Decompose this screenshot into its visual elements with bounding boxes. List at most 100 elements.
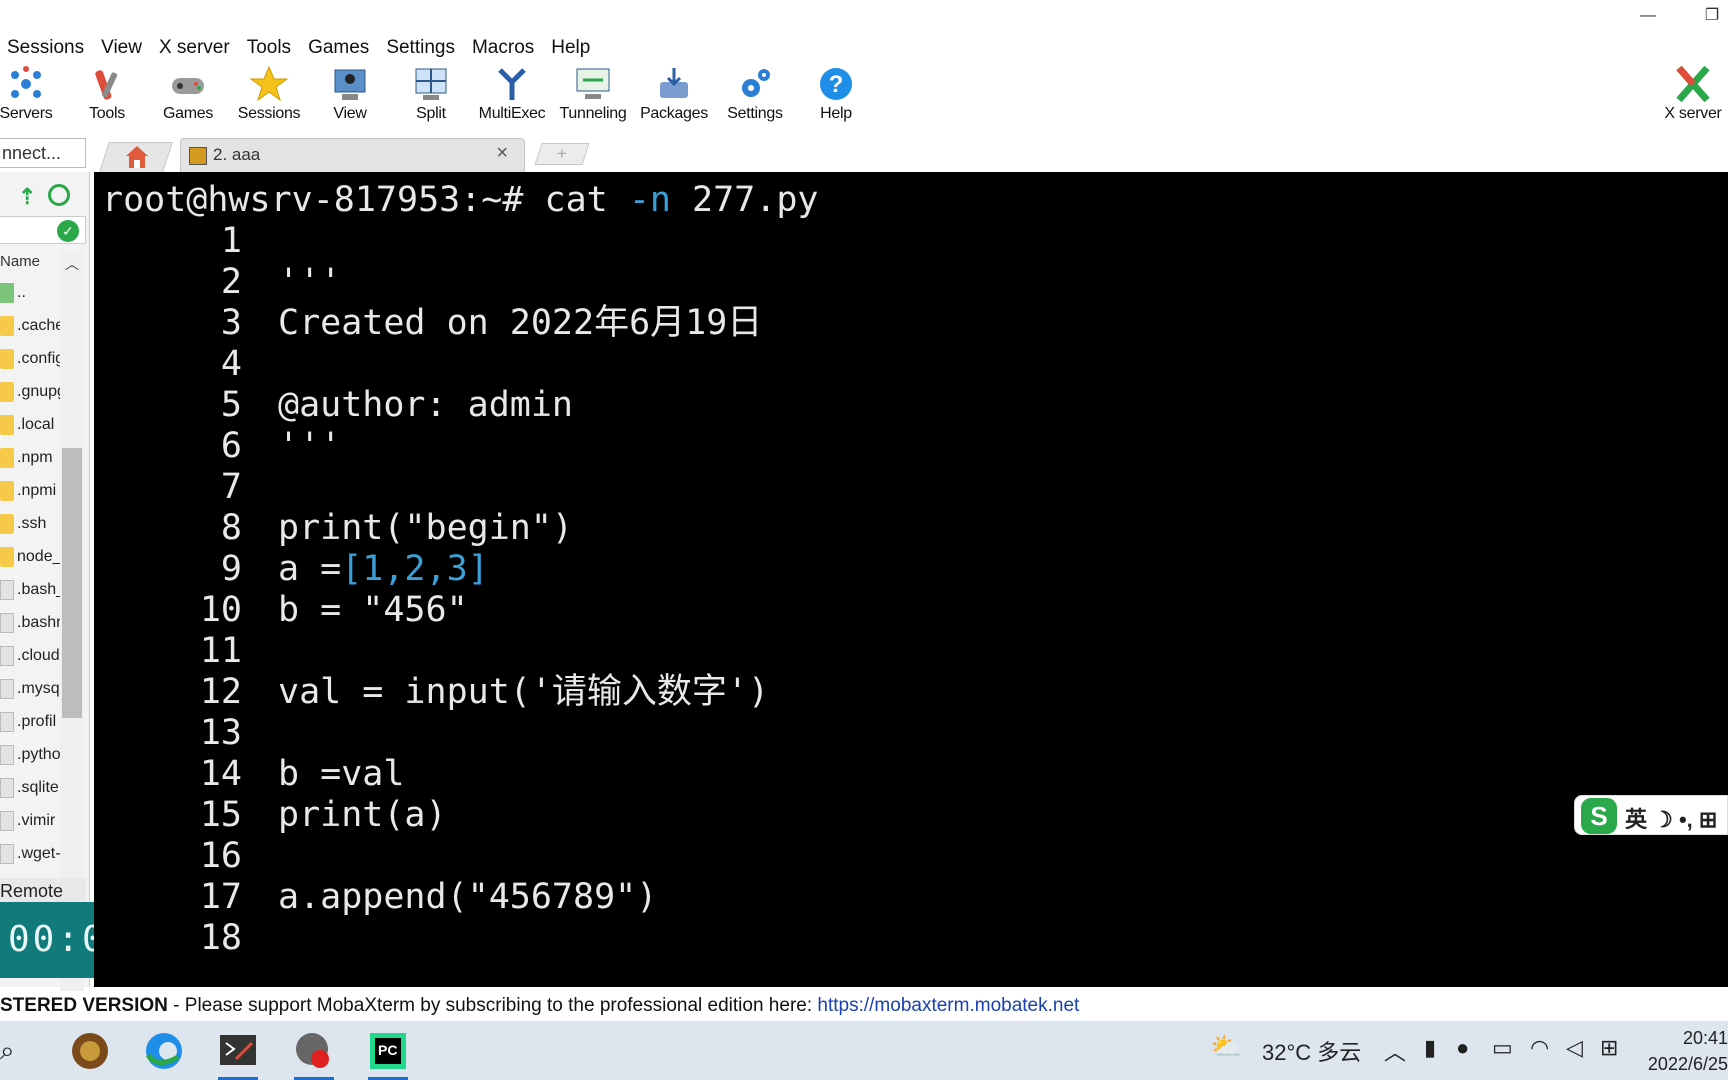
list-item[interactable]: .profil xyxy=(0,705,60,738)
multiexec-button[interactable]: MultiExec xyxy=(470,64,554,130)
list-item[interactable]: node_ xyxy=(0,540,60,573)
list-item[interactable]: .vimir xyxy=(0,804,60,837)
mobaxterm-taskbar-icon[interactable] xyxy=(216,1029,260,1080)
servers-label: Servers xyxy=(0,105,53,122)
xserver-button[interactable]: X server xyxy=(1658,64,1728,130)
scrollbar-thumb[interactable] xyxy=(62,448,82,718)
edge-icon[interactable] xyxy=(142,1029,186,1073)
xserver-label: X server xyxy=(1664,105,1722,122)
sidebar-toolbar: ⇡ xyxy=(0,182,90,212)
settings-button[interactable]: Settings xyxy=(713,64,797,130)
volume-icon[interactable]: ◁ xyxy=(1566,1035,1583,1061)
list-item[interactable]: .npmi xyxy=(0,474,60,507)
sessions-label: Sessions xyxy=(237,105,301,122)
menu-settings[interactable]: Settings xyxy=(379,34,465,62)
list-item[interactable]: .bash_ xyxy=(0,573,60,606)
registration-label: STERED VERSION xyxy=(0,995,168,1016)
folder-icon xyxy=(0,513,14,534)
view-label: View xyxy=(333,105,367,122)
menu-view[interactable]: View xyxy=(94,34,152,62)
menu-macros[interactable]: Macros xyxy=(465,34,544,62)
qq-icon[interactable]: ● xyxy=(1456,1035,1469,1061)
battery-icon[interactable]: ▭ xyxy=(1492,1035,1513,1061)
refresh-icon[interactable] xyxy=(48,184,70,206)
file-list: .. .cache .config .gnupg .local .npm .np… xyxy=(0,276,60,896)
code-line: 10 b = "456" xyxy=(199,590,468,630)
code-line: 12 val = input('请输入数字') xyxy=(199,672,770,712)
ime-toolbar[interactable]: S 英 ☽ •, ⊞ xyxy=(1574,795,1728,835)
code-line: 6 ''' xyxy=(220,426,342,466)
minimize-icon[interactable]: — xyxy=(1636,6,1660,26)
list-item[interactable]: .local xyxy=(0,408,60,441)
restore-icon[interactable]: ❐ xyxy=(1700,6,1724,26)
upload-icon[interactable]: ⇡ xyxy=(18,184,36,210)
code-line: 14 b =val xyxy=(199,754,405,794)
folder-icon xyxy=(0,381,14,402)
menu-bar: Sessions View X server Tools Games Setti… xyxy=(0,34,1728,62)
terminal-panel[interactable]: root@hwsrv-817953:~# cat -n 277.py 1 2 ''… xyxy=(94,172,1728,987)
games-button[interactable]: Games xyxy=(146,64,230,130)
taskbar-app-ide[interactable] xyxy=(68,1029,112,1073)
column-header-name[interactable]: Name xyxy=(0,250,60,274)
tray-expand-icon[interactable]: ︿ xyxy=(1384,1035,1406,1067)
command: cat xyxy=(544,180,629,220)
tools-icon xyxy=(87,64,127,104)
list-item[interactable]: .cache xyxy=(0,309,60,342)
list-item[interactable]: .pytho xyxy=(0,738,60,771)
search-icon[interactable]: ⌕ xyxy=(0,1035,15,1067)
servers-button[interactable]: Servers xyxy=(0,64,68,130)
new-tab-button[interactable]: + xyxy=(534,143,590,165)
menu-help[interactable]: Help xyxy=(544,34,600,62)
file-icon xyxy=(0,843,14,864)
check-icon[interactable]: ✓ xyxy=(57,220,79,242)
code-line: 4 xyxy=(220,344,242,384)
weather-text[interactable]: 32°C 多云 xyxy=(1262,1035,1361,1067)
split-label: Split xyxy=(416,105,446,122)
list-item[interactable]: .gnupg xyxy=(0,375,60,408)
view-button[interactable]: View xyxy=(308,64,392,130)
tab-session-label: 2. aaa xyxy=(213,145,261,164)
mobatek-link[interactable]: https://mobaxterm.mobatek.net xyxy=(817,995,1079,1016)
menu-games[interactable]: Games xyxy=(301,34,379,62)
folder-icon xyxy=(0,546,14,567)
list-item[interactable]: .bashr xyxy=(0,606,60,639)
help-button[interactable]: ? Help xyxy=(794,64,878,130)
system-clock[interactable]: 20:41 2022/6/25 xyxy=(1632,1025,1728,1077)
list-item[interactable]: .wget- xyxy=(0,837,60,870)
weather-icon[interactable]: ⛅ xyxy=(1210,1031,1242,1062)
packages-button[interactable]: Packages xyxy=(632,64,716,130)
menu-tools[interactable]: Tools xyxy=(240,34,301,62)
sessions-button[interactable]: Sessions xyxy=(227,64,311,130)
file-icon xyxy=(0,678,14,699)
windows-taskbar: ⌕ PC ⛅ 32°C 多云 ︿ ▮ ● ▭ ◠ ◁ ⊞ 20:41 2022/… xyxy=(0,1021,1728,1080)
sidebar-path-input[interactable]: ✓ xyxy=(0,216,86,244)
mic-icon[interactable]: ▮ xyxy=(1424,1035,1436,1061)
remote-monitoring-label[interactable]: Remote xyxy=(0,878,86,904)
list-item[interactable]: .cloud xyxy=(0,639,60,672)
chevron-up-icon[interactable]: ︿ xyxy=(65,254,79,274)
menu-xserver[interactable]: X server xyxy=(152,34,240,62)
sogou-icon: S xyxy=(1581,798,1617,834)
packages-label: Packages xyxy=(640,105,708,122)
list-item[interactable]: .sqlite xyxy=(0,771,60,804)
list-item[interactable]: .ssh xyxy=(0,507,60,540)
svg-text:?: ? xyxy=(829,71,844,98)
menu-sessions[interactable]: Sessions xyxy=(0,34,94,62)
tunneling-button[interactable]: Tunneling xyxy=(551,64,635,130)
list-item[interactable]: .. xyxy=(0,276,60,309)
list-item[interactable]: .mysq xyxy=(0,672,60,705)
tab-session-aaa[interactable]: 2. aaa × xyxy=(180,138,525,172)
tools-button[interactable]: Tools xyxy=(65,64,149,130)
clock-time: 20:41 xyxy=(1682,1028,1728,1048)
pycharm-icon[interactable]: PC xyxy=(366,1029,410,1080)
split-button[interactable]: Split xyxy=(389,64,473,130)
support-message: Please support MobaXterm by subscribing … xyxy=(184,995,818,1016)
close-tab-icon[interactable]: × xyxy=(496,142,508,165)
recorder-icon[interactable] xyxy=(292,1029,336,1080)
list-item[interactable]: .config xyxy=(0,342,60,375)
wifi-icon[interactable]: ◠ xyxy=(1530,1035,1549,1061)
list-item[interactable]: .npm xyxy=(0,441,60,474)
keyboard-icon[interactable]: ⊞ xyxy=(1600,1035,1618,1061)
quick-connect-input[interactable]: nnect... xyxy=(0,138,86,168)
xserver-icon xyxy=(1673,64,1713,104)
